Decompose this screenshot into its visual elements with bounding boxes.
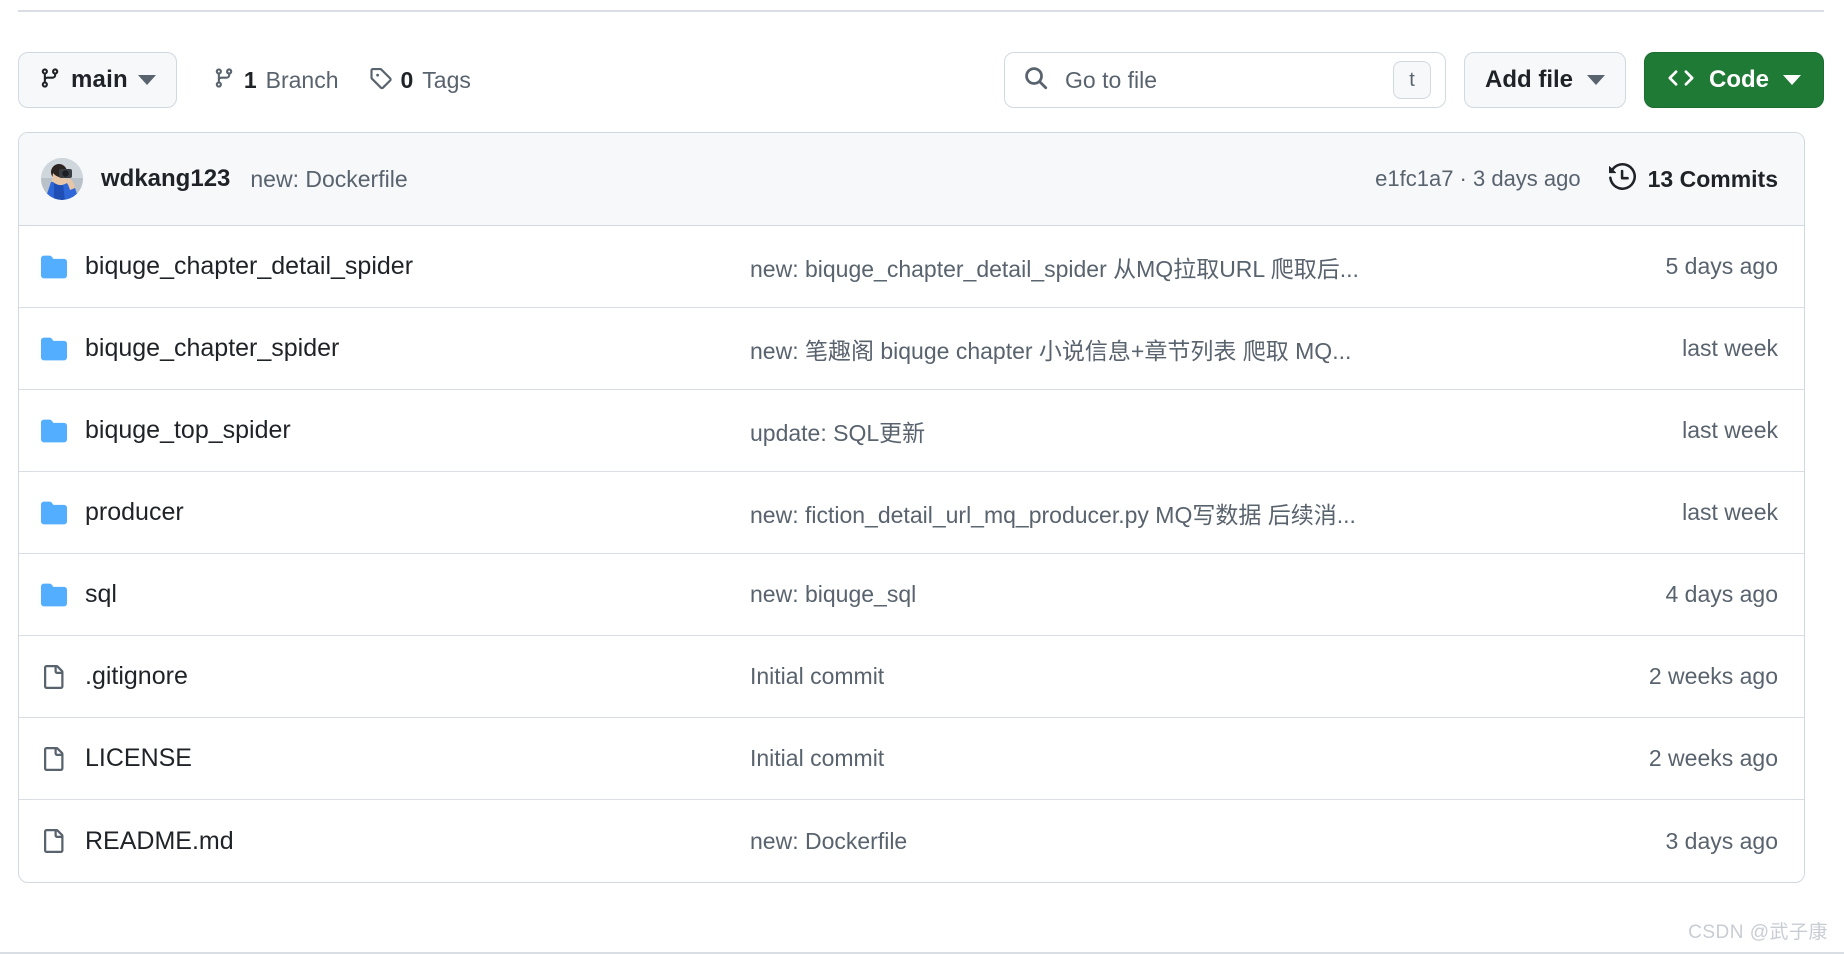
file-commit-message[interactable]: update: SQL更新 xyxy=(750,414,1546,448)
branch-name-label: main xyxy=(71,66,128,93)
file-commit-time: last week xyxy=(1682,335,1778,361)
file-commit-time: last week xyxy=(1682,417,1778,443)
table-row[interactable]: biquge_chapter_detail_spider new: biquge_… xyxy=(19,226,1804,308)
add-file-button[interactable]: Add file xyxy=(1464,52,1626,108)
commit-sha-and-time[interactable]: e1fc1a7 · 3 days ago xyxy=(1375,166,1580,192)
repo-file-browser: main 1 Branch 0 Tags Go to file t Add fi… xyxy=(0,0,1844,954)
go-to-file-search[interactable]: Go to file t xyxy=(1004,52,1446,108)
branch-count-link[interactable]: 1 Branch xyxy=(213,66,339,95)
file-commit-time: 4 days ago xyxy=(1665,581,1778,607)
file-commit-time: 2 weeks ago xyxy=(1648,745,1778,771)
branch-count-number: 1 xyxy=(243,66,257,93)
table-row[interactable]: .gitignore Initial commit 2 weeks ago xyxy=(19,636,1804,718)
file-commit-message[interactable]: new: biquge_sql xyxy=(750,581,1546,608)
file-commit-message[interactable]: Initial commit xyxy=(750,745,1546,772)
repo-meta-group: 1 Branch 0 Tags xyxy=(213,66,471,95)
repo-toolbar: main 1 Branch 0 Tags Go to file t Add fi… xyxy=(18,52,1824,108)
commit-author-link[interactable]: wdkang123 xyxy=(101,165,230,193)
avatar[interactable] xyxy=(41,158,83,200)
file-commit-time: last week xyxy=(1682,499,1778,525)
file-listing-table: wdkang123 new: Dockerfile e1fc1a7 · 3 da… xyxy=(18,132,1805,883)
table-row[interactable]: LICENSE Initial commit 2 weeks ago xyxy=(19,718,1804,800)
top-divider xyxy=(18,10,1824,12)
folder-icon xyxy=(41,500,85,526)
branch-selector-button[interactable]: main xyxy=(18,52,177,108)
tag-count-link[interactable]: 0 Tags xyxy=(369,66,471,95)
code-brackets-icon xyxy=(1667,66,1695,95)
history-clock-icon xyxy=(1608,162,1636,195)
file-name-link[interactable]: biquge_chapter_spider xyxy=(85,334,750,363)
folder-icon xyxy=(41,336,85,362)
search-input-placeholder: Go to file xyxy=(1065,66,1158,93)
table-row[interactable]: biquge_chapter_spider new: 笔趣阁 biquge cha… xyxy=(19,308,1804,390)
folder-icon xyxy=(41,418,85,444)
file-name-link[interactable]: biquge_chapter_detail_spider xyxy=(85,252,750,281)
latest-commit-message[interactable]: new: Dockerfile xyxy=(250,166,407,193)
tag-count-label: Tags xyxy=(422,66,471,93)
file-icon xyxy=(41,828,85,854)
commits-count-link[interactable]: 13 Commits xyxy=(1608,162,1778,195)
folder-icon xyxy=(41,582,85,608)
file-name-link[interactable]: sql xyxy=(85,580,750,609)
file-rows: biquge_chapter_detail_spider new: biquge_… xyxy=(19,226,1804,882)
code-button[interactable]: Code xyxy=(1644,52,1824,108)
file-commit-message[interactable]: new: Dockerfile xyxy=(750,828,1546,855)
folder-icon xyxy=(41,254,85,280)
commit-meta: e1fc1a7 · 3 days ago 13 Commits xyxy=(1375,162,1778,195)
commits-count-label: 13 Commits xyxy=(1647,165,1778,192)
file-commit-message[interactable]: new: biquge_chapter_detail_spider 从MQ拉取U… xyxy=(750,250,1546,284)
git-branch-icon xyxy=(213,66,235,95)
chevron-down-icon xyxy=(1783,75,1801,85)
toolbar-actions: Go to file t Add file Code xyxy=(1004,52,1824,108)
csdn-watermark: CSDN @武子康 xyxy=(1688,922,1828,943)
search-icon xyxy=(1023,65,1049,96)
add-file-label: Add file xyxy=(1485,66,1573,93)
tag-icon xyxy=(369,66,392,95)
file-commit-message[interactable]: new: fiction_detail_url_mq_producer.py M… xyxy=(750,496,1546,530)
file-name-link[interactable]: .gitignore xyxy=(85,662,750,691)
table-row[interactable]: README.md new: Dockerfile 3 days ago xyxy=(19,800,1804,882)
file-name-link[interactable]: README.md xyxy=(85,827,750,856)
search-shortcut-key: t xyxy=(1393,61,1431,99)
latest-commit-header: wdkang123 new: Dockerfile e1fc1a7 · 3 da… xyxy=(19,133,1804,226)
file-commit-time: 3 days ago xyxy=(1665,827,1778,854)
file-icon xyxy=(41,664,85,690)
file-name-link[interactable]: biquge_top_spider xyxy=(85,416,750,445)
chevron-down-icon xyxy=(1587,75,1605,85)
chevron-down-icon xyxy=(137,75,156,85)
file-icon xyxy=(41,746,85,772)
table-row[interactable]: sql new: biquge_sql 4 days ago xyxy=(19,554,1804,636)
file-commit-message[interactable]: Initial commit xyxy=(750,663,1546,690)
table-row[interactable]: producer new: fiction_detail_url_mq_produ… xyxy=(19,472,1804,554)
file-name-link[interactable]: producer xyxy=(85,498,750,527)
code-button-label: Code xyxy=(1709,66,1769,93)
file-commit-time: 5 days ago xyxy=(1665,253,1778,279)
tag-count-number: 0 xyxy=(400,66,414,93)
file-name-link[interactable]: LICENSE xyxy=(85,744,750,773)
branch-count-label: Branch xyxy=(265,66,339,93)
git-branch-icon xyxy=(39,66,61,95)
file-commit-time: 2 weeks ago xyxy=(1648,663,1778,689)
file-commit-message[interactable]: new: 笔趣阁 biquge chapter 小说信息+章节列表 爬取 MQ.… xyxy=(750,332,1546,366)
table-row[interactable]: biquge_top_spider update: SQL更新 last week xyxy=(19,390,1804,472)
